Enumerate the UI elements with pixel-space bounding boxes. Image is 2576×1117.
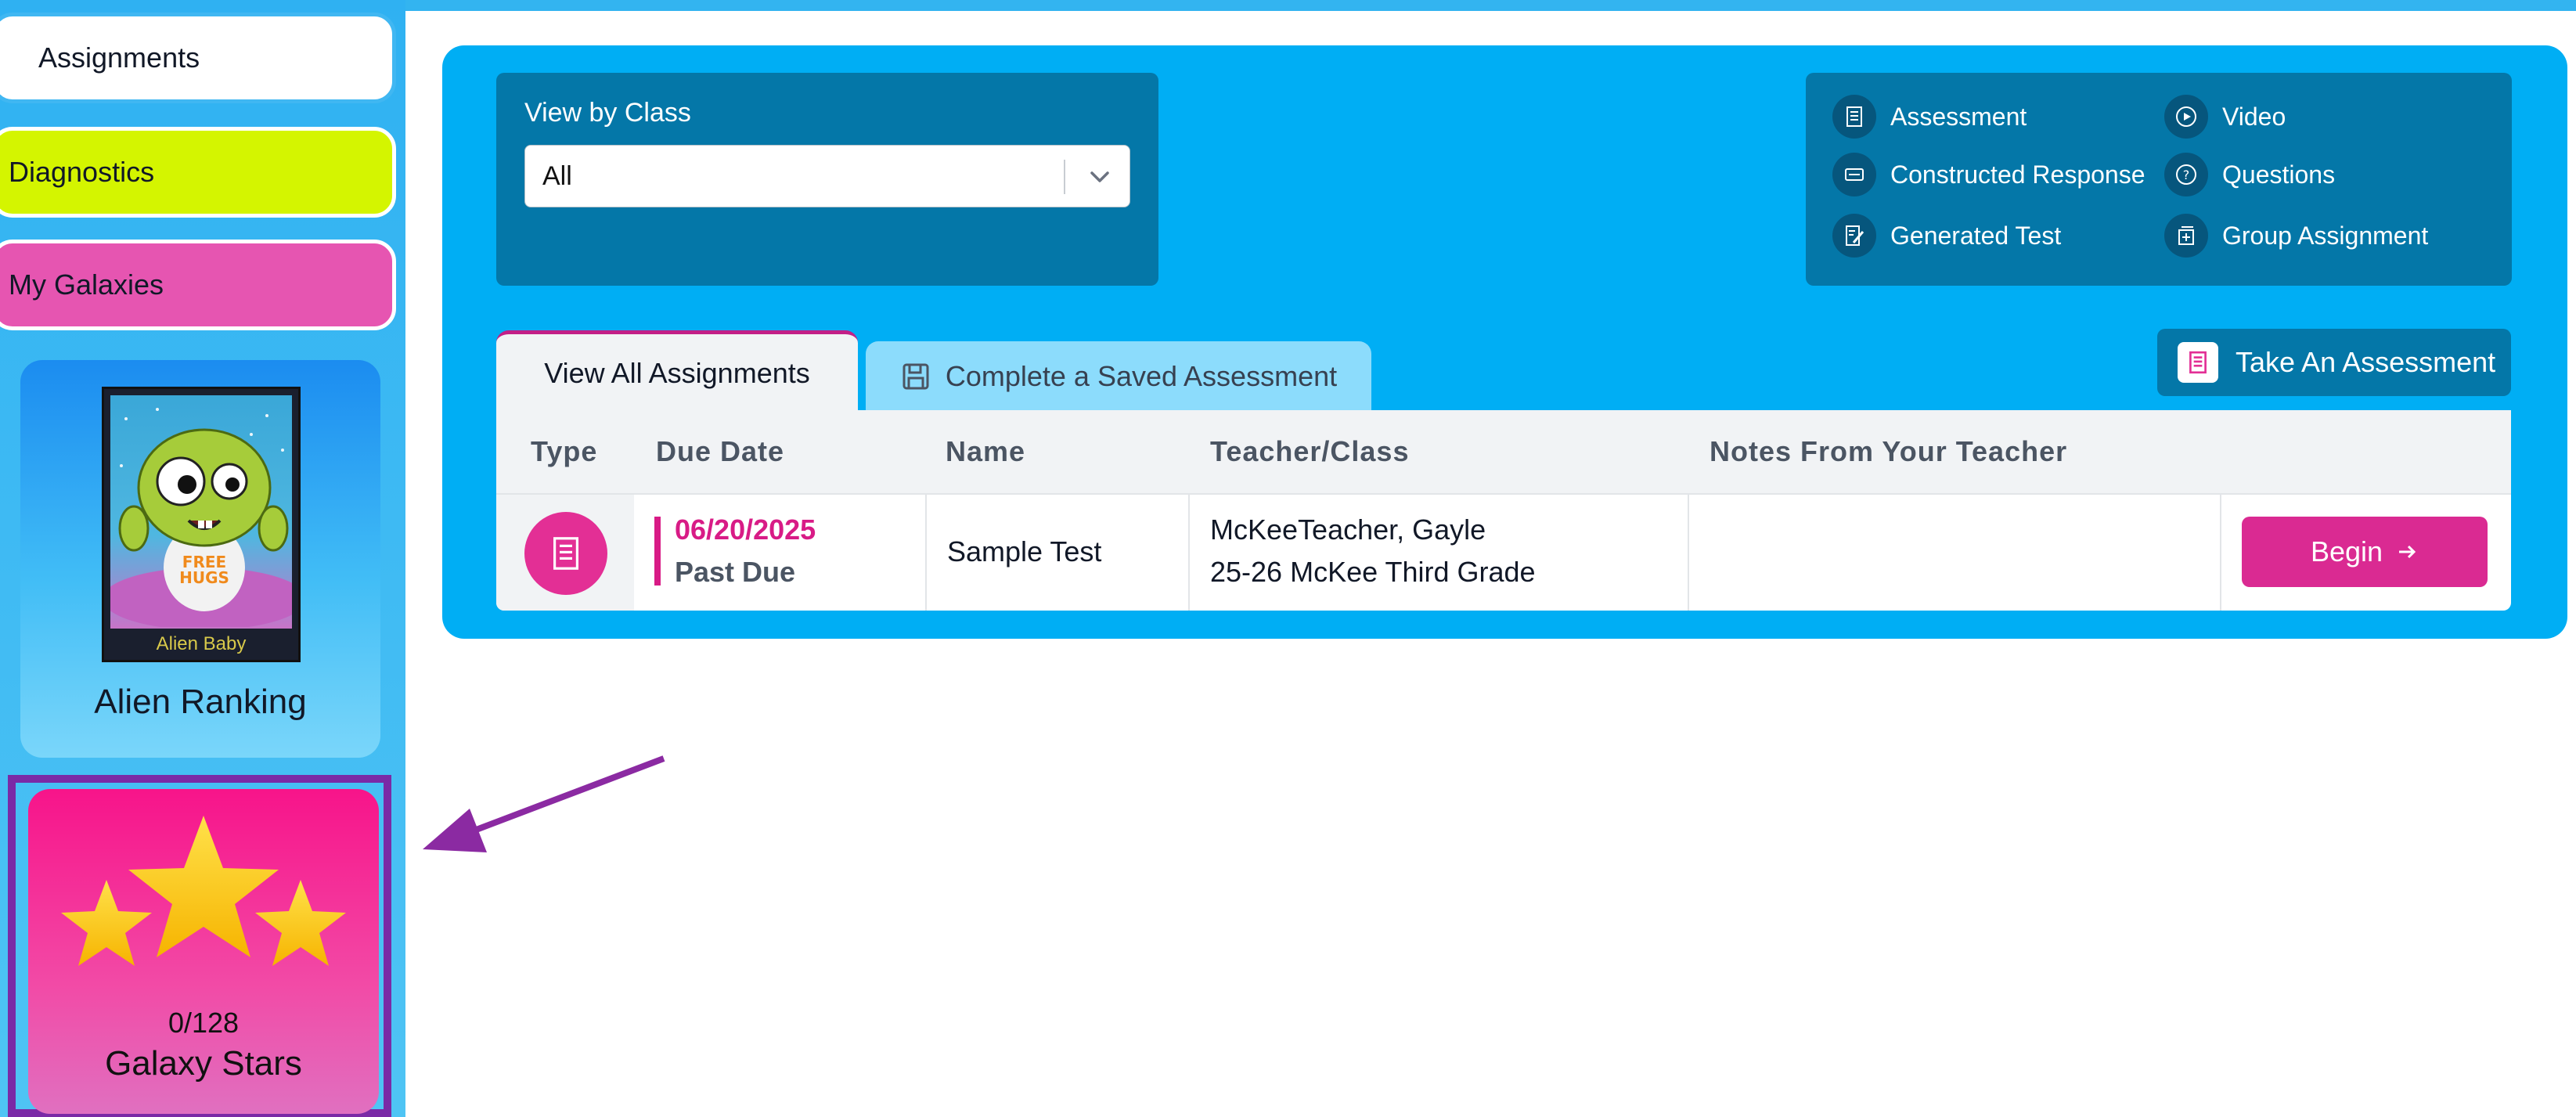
header-due-date: Due Date <box>656 435 785 467</box>
column-divider <box>925 495 927 611</box>
tab-view-all-assignments[interactable]: View All Assignments <box>496 330 858 412</box>
assignments-table: Type Due Date Name Teacher/Class Notes F… <box>496 410 2511 611</box>
table-header: Type Due Date Name Teacher/Class Notes F… <box>496 410 2511 495</box>
header-name: Name <box>946 435 1026 467</box>
begin-button[interactable]: Begin <box>2242 517 2488 587</box>
take-assessment-label: Take An Assessment <box>2236 346 2496 378</box>
assessment-icon <box>1832 95 1876 139</box>
assessment-icon <box>524 512 607 595</box>
assignment-name: Sample Test <box>947 535 1102 568</box>
class-name: 25-26 McKee Third Grade <box>1210 556 1536 588</box>
legend-questions: ? Questions <box>2164 153 2335 196</box>
legend-generated-test: Generated Test <box>1832 214 2061 258</box>
legend-generated-test-label: Generated Test <box>1890 221 2062 250</box>
galaxy-stars-highlight-frame: 0/128 Galaxy Stars <box>8 775 391 1117</box>
constructed-response-icon <box>1832 153 1876 196</box>
galaxy-stars-card[interactable]: 0/128 Galaxy Stars <box>28 789 379 1114</box>
poster-label: Alien Baby <box>156 633 247 654</box>
legend-constructed-response-label: Constructed Response <box>1890 160 2145 189</box>
legend-group-assignment: Group Assignment <box>2164 214 2428 258</box>
select-separator <box>1064 160 1065 194</box>
legend-assessment-label: Assessment <box>1890 102 2027 131</box>
chevron-down-icon[interactable] <box>1084 161 1115 193</box>
alien-baby-poster: FREE HUGS Alien Baby <box>102 387 301 662</box>
tab-view-all-label: View All Assignments <box>544 356 810 389</box>
legend-assessment: Assessment <box>1832 95 2027 139</box>
class-filter-box: View by Class All <box>496 73 1158 286</box>
column-divider <box>1688 495 1689 611</box>
group-assignment-icon <box>2164 214 2208 258</box>
due-status: Past Due <box>675 556 796 588</box>
tab-complete-saved-assessment[interactable]: Complete a Saved Assessment <box>866 341 1371 412</box>
save-icon <box>903 363 929 390</box>
begin-label: Begin <box>2310 535 2383 568</box>
nav-diagnostics-label: Diagnostics <box>9 156 155 188</box>
svg-text:?: ? <box>2183 168 2190 182</box>
type-cell <box>496 495 634 611</box>
header-type: Type <box>531 435 598 467</box>
sidebar: Assignments Diagnostics My Galaxies FREE… <box>0 0 405 1117</box>
tab-complete-saved-label: Complete a Saved Assessment <box>945 360 1338 392</box>
alien-ranking-title: Alien Ranking <box>94 683 307 721</box>
alien-ranking-card[interactable]: FREE HUGS Alien Baby Alien Ranking <box>20 360 380 758</box>
galaxy-stars-count: 0/128 <box>168 1007 240 1039</box>
legend-video: Video <box>2164 95 2286 139</box>
galaxy-stars-title: Galaxy Stars <box>105 1044 302 1083</box>
table-row: 06/20/2025 Past Due Sample Test McKeeTea… <box>496 495 2511 611</box>
nav-my-galaxies-label: My Galaxies <box>9 268 164 301</box>
arrow-right-icon <box>2399 545 2416 559</box>
play-circle-icon <box>2164 95 2208 139</box>
class-select-value: All <box>542 161 572 191</box>
nav-diagnostics-button[interactable]: Diagnostics <box>0 127 396 218</box>
take-assessment-button[interactable]: Take An Assessment <box>2157 329 2511 396</box>
nav-my-galaxies-button[interactable]: My Galaxies <box>0 240 396 330</box>
svg-text:HUGS: HUGS <box>179 568 229 587</box>
due-status-bar <box>654 517 661 586</box>
nav-assignments-label: Assignments <box>38 41 200 74</box>
stars-icon <box>61 816 346 966</box>
legend-video-label: Video <box>2222 102 2286 131</box>
class-filter-label: View by Class <box>524 98 691 128</box>
header-notes: Notes From Your Teacher <box>1710 435 2068 467</box>
due-date: 06/20/2025 <box>675 513 816 546</box>
alien-illustration: FREE HUGS <box>110 395 292 629</box>
question-circle-icon: ? <box>2164 153 2208 196</box>
teacher-name: McKeeTeacher, Gayle <box>1210 513 1486 546</box>
legend-constructed-response: Constructed Response <box>1832 153 2145 196</box>
nav-assignments-button[interactable]: Assignments <box>0 13 396 103</box>
legend-questions-label: Questions <box>2222 160 2336 189</box>
pointer-arrow-annotation <box>423 755 665 852</box>
column-divider <box>2220 495 2221 611</box>
column-divider <box>1188 495 1190 611</box>
assessment-icon <box>2178 342 2218 383</box>
class-select[interactable]: All <box>524 145 1130 207</box>
assignment-type-legend: Assessment Video Constructed Response ? … <box>1806 73 2512 286</box>
header-teacher-class: Teacher/Class <box>1210 435 1410 467</box>
generated-test-icon <box>1832 214 1876 258</box>
legend-group-assignment-label: Group Assignment <box>2222 221 2429 250</box>
